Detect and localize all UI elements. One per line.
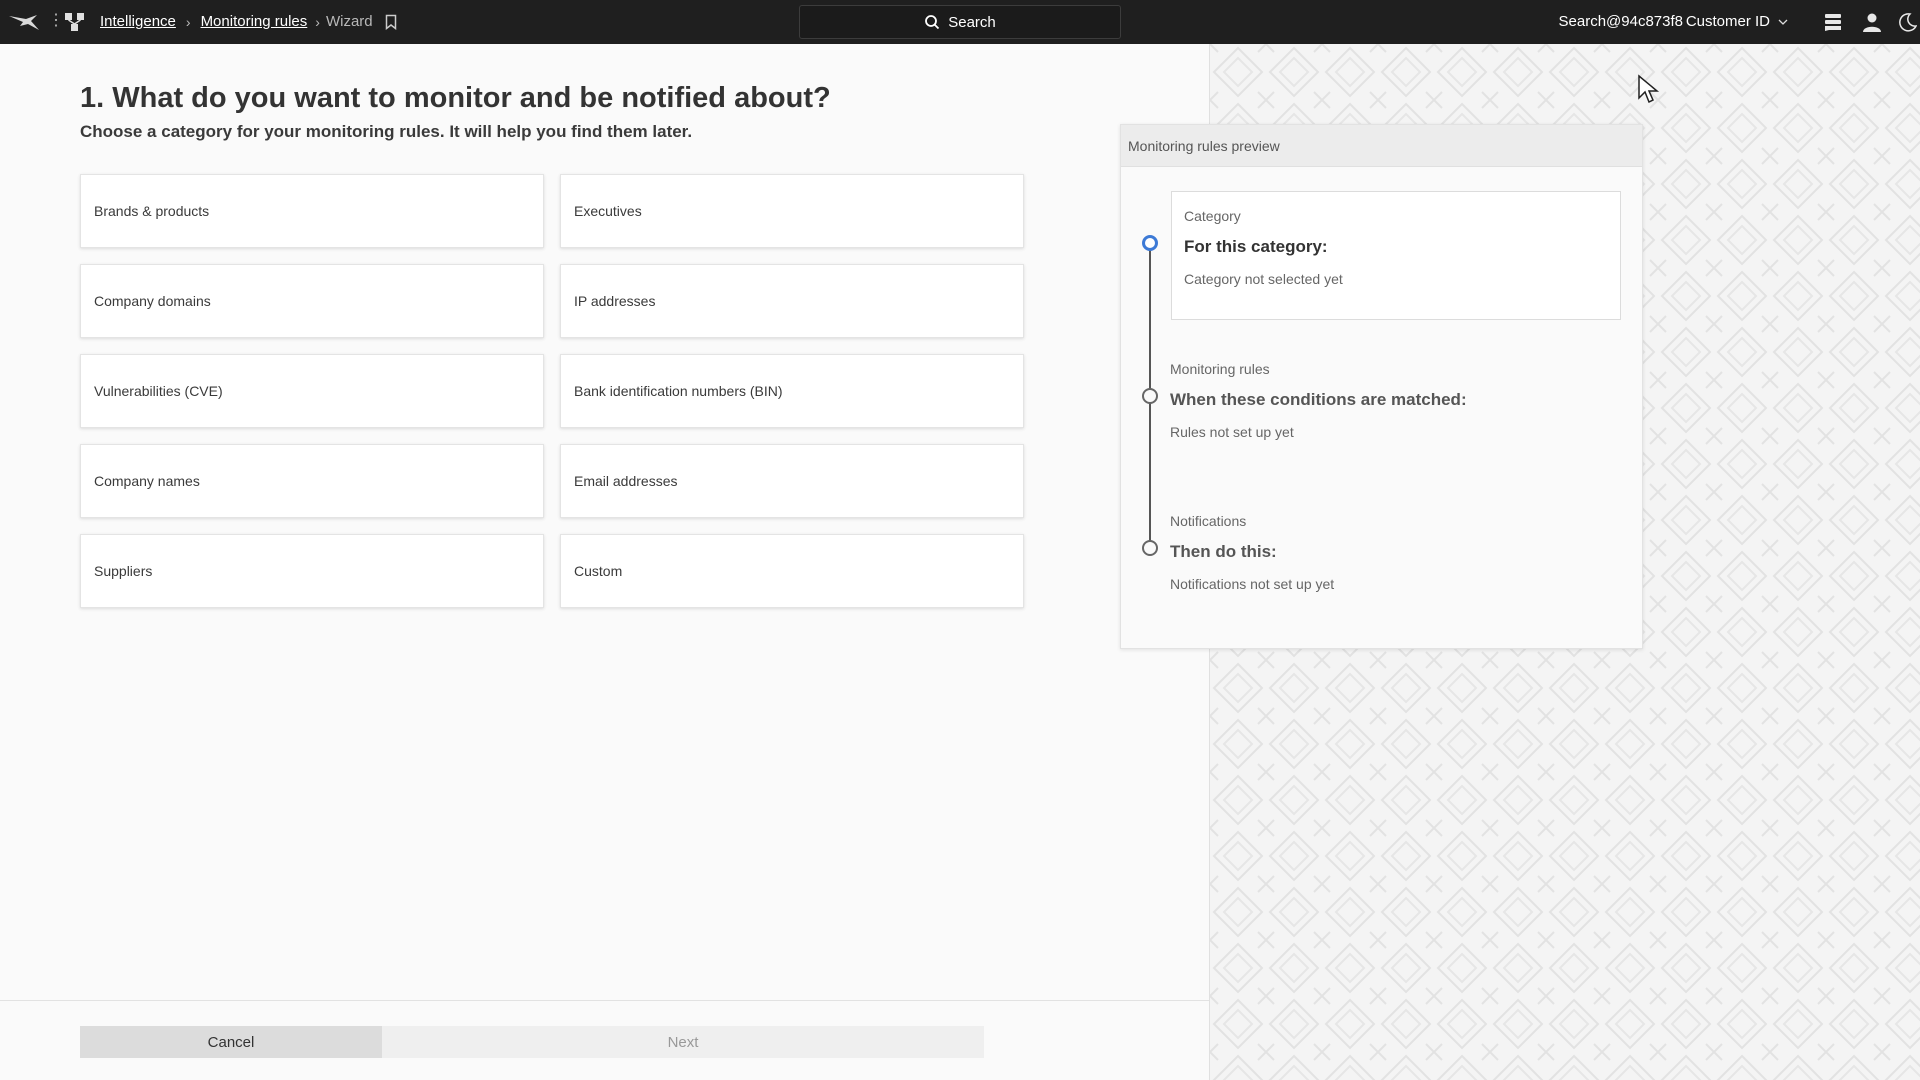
cancel-button[interactable]: Cancel <box>80 1026 382 1058</box>
category-card-executives[interactable]: Executives <box>560 174 1024 248</box>
step-heading: Then do this: <box>1170 542 1277 561</box>
more-vertical-icon[interactable]: ⋮ <box>48 11 64 31</box>
category-card-email-addresses[interactable]: Email addresses <box>560 444 1024 518</box>
step-indicator-active <box>1142 235 1158 251</box>
messages-icon[interactable] <box>1820 9 1846 35</box>
page-title: 1. What do you want to monitor and be no… <box>80 82 831 114</box>
chevron-right-icon: › <box>315 14 320 30</box>
breadcrumb-intelligence[interactable]: Intelligence <box>100 13 176 31</box>
category-card-ip-addresses[interactable]: IP addresses <box>560 264 1024 338</box>
tenant-name[interactable]: Search@94c873f8 <box>1559 13 1683 30</box>
breadcrumb: Intelligence › Monitoring rules › Wizard <box>100 13 397 31</box>
breadcrumb-monitoring-rules[interactable]: Monitoring rules <box>201 13 308 31</box>
user-icon[interactable] <box>1859 9 1885 35</box>
breadcrumb-current: Wizard <box>325 13 373 30</box>
step-label: Notifications <box>1170 513 1247 529</box>
app-switcher-icon[interactable] <box>64 12 86 32</box>
category-card-brands-products[interactable]: Brands & products <box>80 174 544 248</box>
customer-id-dropdown[interactable]: Customer ID <box>1686 13 1788 30</box>
next-button[interactable]: Next <box>382 1026 984 1058</box>
dark-mode-moon-icon[interactable] <box>1894 9 1920 35</box>
category-card-company-domains[interactable]: Company domains <box>80 264 544 338</box>
step-status: Notifications not set up yet <box>1170 576 1335 592</box>
customer-id-label: Customer ID <box>1685 13 1770 30</box>
search-icon <box>925 15 940 30</box>
wizard-footer: Cancel Next <box>0 1000 1209 1080</box>
category-grid: Brands & products Executives Company dom… <box>80 174 1024 608</box>
bookmark-icon[interactable] <box>385 14 397 30</box>
step-heading: When these conditions are matched: <box>1170 390 1467 409</box>
step-heading: For this category: <box>1184 237 1328 256</box>
category-card-suppliers[interactable]: Suppliers <box>80 534 544 608</box>
category-card-bin[interactable]: Bank identification numbers (BIN) <box>560 354 1024 428</box>
category-card-company-names[interactable]: Company names <box>80 444 544 518</box>
step-status: Rules not set up yet <box>1170 424 1294 440</box>
preview-step-monitoring-rules: Monitoring rules When these conditions a… <box>1170 361 1620 440</box>
global-search-button[interactable]: Search <box>799 5 1121 39</box>
search-label: Search <box>948 13 996 31</box>
category-card-custom[interactable]: Custom <box>560 534 1024 608</box>
page-subtitle: Choose a category for your monitoring ru… <box>80 122 693 141</box>
step-indicator <box>1142 540 1158 556</box>
monitoring-rules-preview-panel: Monitoring rules preview Category For th… <box>1120 124 1643 649</box>
preview-header: Monitoring rules preview <box>1121 125 1642 167</box>
step-label: Category <box>1184 208 1241 224</box>
preview-step-category: Category For this category: Category not… <box>1171 191 1621 320</box>
preview-step-notifications: Notifications Then do this: Notification… <box>1170 513 1620 592</box>
wizard-main: 1. What do you want to monitor and be no… <box>0 44 1209 1080</box>
category-card-vulnerabilities[interactable]: Vulnerabilities (CVE) <box>80 354 544 428</box>
chevron-down-icon <box>1778 19 1788 25</box>
step-label: Monitoring rules <box>1170 361 1270 377</box>
step-status: Category not selected yet <box>1184 271 1343 287</box>
step-indicator <box>1142 388 1158 404</box>
top-navigation-bar: ⋮ Intelligence › Monitoring rules › Wiza… <box>0 0 1920 44</box>
falcon-logo-icon[interactable] <box>8 10 40 34</box>
chevron-right-icon: › <box>185 14 191 30</box>
mouse-cursor-icon <box>1638 74 1660 104</box>
